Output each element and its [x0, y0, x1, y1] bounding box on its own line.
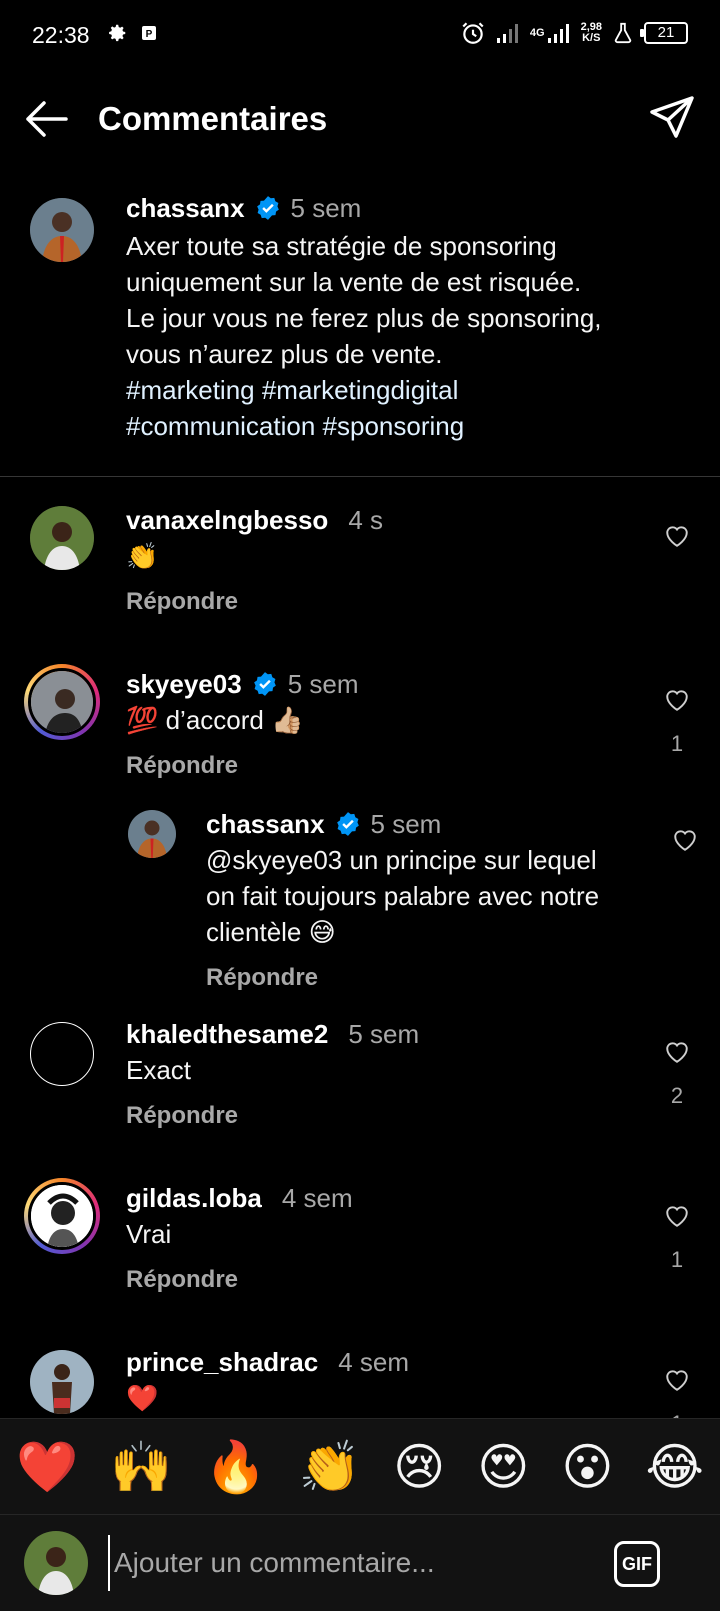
send-icon[interactable] [648, 94, 696, 142]
username[interactable]: chassanx [206, 809, 325, 840]
emoji-reaction-bar: ❤️ 🙌 🔥 👏 😢 😍 😮 😂 [0, 1418, 720, 1514]
heart-icon[interactable] [664, 688, 690, 712]
username[interactable]: gildas.loba [126, 1183, 262, 1214]
username[interactable]: vanaxelngbesso [126, 505, 328, 536]
comment-text: 💯 d’accord 👍🏼 [126, 705, 304, 735]
timestamp: 4 sem [338, 1346, 410, 1377]
gif-button[interactable]: GIF [614, 1541, 660, 1587]
hashtags[interactable]: #communication #sponsoring [126, 408, 602, 444]
heart-icon[interactable] [664, 1040, 690, 1064]
verified-badge-icon [253, 672, 276, 696]
divider [0, 476, 720, 477]
like-count: 1 [670, 1247, 684, 1272]
comment-input[interactable] [108, 1535, 578, 1591]
reply-button[interactable]: Répondre [126, 752, 359, 780]
timestamp: 5 sem [348, 1018, 420, 1049]
like-count: 1 [670, 731, 684, 756]
username[interactable]: skyeye03 [126, 669, 242, 700]
username[interactable]: prince_shadrac [126, 1347, 318, 1378]
status-time: 22:38 [32, 22, 90, 48]
reply-button[interactable]: Répondre [206, 964, 599, 992]
signal-icon-2 [547, 24, 569, 43]
emoji-surprised[interactable]: 😮 [561, 1442, 613, 1492]
header: Commentaires [0, 84, 720, 156]
heart-icon[interactable] [672, 828, 698, 852]
avatar[interactable] [30, 506, 94, 570]
avatar[interactable] [30, 1350, 94, 1414]
settings-icon [109, 24, 126, 42]
avatar[interactable] [30, 198, 94, 262]
verified-badge-icon [336, 812, 359, 836]
username[interactable]: khaledthesame2 [126, 1019, 328, 1050]
emoji-heart[interactable]: ❤️ [16, 1442, 78, 1492]
heart-icon[interactable] [664, 524, 690, 548]
flask-icon [614, 22, 632, 44]
emoji-heart-eyes[interactable]: 😍 [477, 1442, 529, 1492]
avatar[interactable] [30, 1022, 94, 1086]
heart-icon[interactable] [664, 1204, 690, 1228]
comment-text: @skyeye03 un principe sur lequel on fait… [206, 845, 600, 947]
back-arrow-icon[interactable] [22, 96, 72, 142]
network-type: 4G [529, 26, 545, 39]
emoji-clap[interactable]: 👏 [299, 1442, 361, 1492]
app-notification-icon: P [142, 26, 156, 40]
emoji-crying[interactable]: 😢 [393, 1442, 445, 1492]
network-speed: 2,98 K/S [580, 21, 602, 44]
comment-item: prince_shadrac 4 sem ❤️ 1 [0, 1346, 720, 1418]
avatar[interactable] [128, 810, 176, 858]
svg-text:P: P [146, 29, 153, 40]
timestamp: 5 sem [370, 808, 442, 839]
reply-button[interactable]: Répondre [126, 1102, 419, 1130]
comment-text: 👏 [126, 541, 159, 571]
battery-indicator: 21 [640, 22, 688, 44]
timestamp: 5 sem [290, 192, 362, 223]
comment-text: ❤️ [126, 1383, 159, 1413]
comment-text: Vrai [126, 1219, 172, 1249]
timestamp: 4 s [348, 504, 383, 535]
avatar[interactable] [24, 1178, 100, 1254]
heart-icon[interactable] [664, 1368, 690, 1392]
verified-badge-icon [256, 196, 279, 220]
timestamp: 5 sem [287, 668, 359, 699]
page-title: Commentaires [98, 100, 328, 137]
comment-input-bar: GIF [0, 1514, 720, 1611]
username[interactable]: chassanx [126, 193, 245, 224]
comment-text: Exact [126, 1055, 192, 1085]
emoji-raised-hands[interactable]: 🙌 [110, 1442, 172, 1492]
caption-text: Axer toute sa stratégie de sponsoring un… [126, 228, 602, 444]
like-count: 2 [670, 1083, 684, 1108]
alarm-icon [462, 22, 484, 44]
like-count: 1 [662, 1411, 692, 1418]
timestamp: 4 sem [281, 1182, 353, 1213]
reply-button[interactable]: Répondre [126, 588, 383, 616]
hashtags[interactable]: #marketing #marketingdigital [126, 372, 602, 408]
avatar[interactable] [24, 664, 100, 740]
emoji-laughing[interactable]: 😂 [646, 1442, 704, 1492]
reply-button[interactable]: Répondre [126, 1266, 353, 1294]
emoji-fire[interactable]: 🔥 [205, 1442, 267, 1492]
signal-icon [496, 24, 518, 43]
avatar [24, 1531, 88, 1595]
status-bar: 22:38 P 4G 2,98 K/S 21 [0, 0, 720, 72]
